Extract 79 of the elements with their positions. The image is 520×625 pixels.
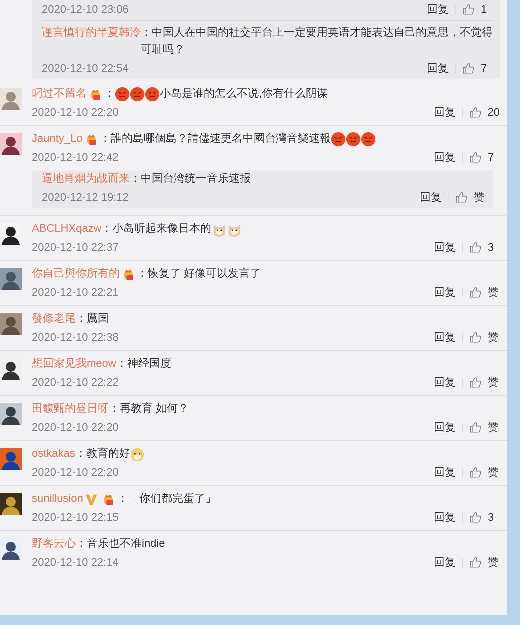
like-count: 7 — [488, 152, 496, 164]
thumbs-up-icon[interactable] — [462, 62, 475, 75]
thumbs-up-icon[interactable] — [469, 376, 482, 389]
thumbs-up-icon[interactable] — [469, 151, 482, 164]
fan-badge-icon — [102, 493, 116, 506]
thumbs-up-icon[interactable] — [462, 3, 475, 16]
thumbs-up-icon[interactable] — [469, 241, 482, 254]
timestamp: 2020-12-12 19:12 — [42, 192, 129, 204]
timestamp: 2020-12-10 22:20 — [32, 422, 119, 434]
comment-text: ：音乐也不准indie — [76, 536, 166, 552]
comment-text: ： — [104, 87, 115, 102]
comment-text: ：小岛听起来像日本的 — [102, 222, 212, 237]
fan-badge-icon — [84, 133, 98, 146]
thumbs-up-icon[interactable] — [469, 466, 482, 479]
comment-text: 小岛是谁的怎么不说,你有什么阴谋 — [160, 87, 328, 102]
timestamp: 2020-12-10 22:38 — [32, 332, 119, 344]
thumbs-up-icon[interactable] — [468, 106, 482, 119]
like-count: 赞 — [488, 466, 500, 480]
like-count: 赞 — [488, 286, 500, 300]
thumbs-up-icon[interactable] — [469, 511, 482, 524]
timestamp: 2020-12-10 22:54 — [42, 62, 129, 74]
reply-link[interactable]: 回复 — [434, 555, 456, 570]
reply-link[interactable]: 回复 — [434, 285, 456, 300]
like-count: 赞 — [488, 421, 500, 435]
like-count: 赞 — [488, 556, 500, 570]
reply-link[interactable]: 回复 — [420, 190, 442, 205]
thumbs-up-icon[interactable] — [469, 421, 482, 434]
like-count: 赞 — [488, 376, 500, 390]
angry-face-icon — [360, 132, 376, 147]
cat-face-icon — [212, 222, 227, 237]
comment-text: ：厲国 — [76, 312, 109, 327]
fan-badge-icon — [89, 88, 102, 101]
reply-link[interactable]: 回复 — [434, 465, 456, 480]
timestamp: 2020-12-10 22:22 — [32, 376, 119, 388]
reply-link[interactable]: 回复 — [434, 150, 456, 165]
reply-link[interactable]: 回复 — [427, 61, 449, 76]
comment-text: ：中国台湾统一音乐速报 — [130, 172, 252, 187]
thumbs-up-icon[interactable] — [469, 286, 482, 299]
reply-link[interactable]: 回复 — [434, 240, 456, 255]
reply-link[interactable]: 回复 — [434, 105, 456, 120]
thumbs-up-icon[interactable] — [469, 556, 482, 569]
like-count: 7 — [481, 62, 488, 74]
reply-link[interactable]: 回复 — [434, 420, 456, 435]
timestamp: 2020-12-10 22:20 — [32, 106, 119, 118]
reply-link[interactable]: 回复 — [434, 330, 456, 345]
like-count: 赞 — [488, 331, 500, 345]
like-count: 20 — [488, 106, 500, 118]
timestamp: 2020-12-10 22:20 — [32, 466, 119, 478]
angry-face-icon — [115, 87, 130, 102]
reply-link[interactable]: 回复 — [427, 2, 449, 17]
comment-text: ：「你们都完蛋了」 — [117, 492, 216, 507]
timestamp: 2020-12-10 22:15 — [32, 512, 119, 524]
verified-v-icon — [85, 493, 98, 506]
timestamp: 2020-12-10 23:06 — [42, 4, 129, 16]
like-count: 3 — [488, 242, 496, 254]
comment-text: ：誰的島哪個島？請儘速更名中國台灣音樂速報 — [100, 132, 331, 147]
timestamp: 2020-12-10 22:42 — [32, 152, 119, 164]
comment-text: ：再教育 如何？ — [109, 402, 190, 417]
angry-face-icon — [130, 87, 145, 102]
comment-text: ：教育的好 — [75, 446, 130, 462]
comment-text: ：神经国度 — [116, 356, 172, 372]
thumbs-up-icon[interactable] — [455, 191, 468, 204]
thumbs-up-icon[interactable] — [469, 331, 482, 344]
reply-link[interactable]: 回复 — [434, 375, 456, 390]
angry-face-icon — [145, 87, 160, 102]
comment-text: ：中国人在中国的社交平台上一定要用英语才能表达自己的意思，不觉得可耻吗？ — [141, 26, 493, 58]
timestamp: 2020-12-10 22:37 — [32, 242, 119, 254]
cat-face-icon — [226, 222, 242, 237]
angry-face-icon — [330, 132, 346, 147]
timestamp: 2020-12-10 22:14 — [32, 556, 119, 568]
angry-face-icon — [346, 132, 361, 147]
timestamp: 2020-12-10 22:21 — [32, 286, 119, 298]
reply-link[interactable]: 回复 — [434, 510, 456, 525]
fan-badge-icon — [122, 268, 135, 281]
like-count: 赞 — [474, 191, 486, 205]
comment-text: ：恢复了 好像可以发言了 — [137, 266, 262, 282]
dog-face-icon — [130, 447, 146, 462]
like-count: 3 — [488, 512, 496, 524]
like-count: 1 — [481, 4, 488, 16]
